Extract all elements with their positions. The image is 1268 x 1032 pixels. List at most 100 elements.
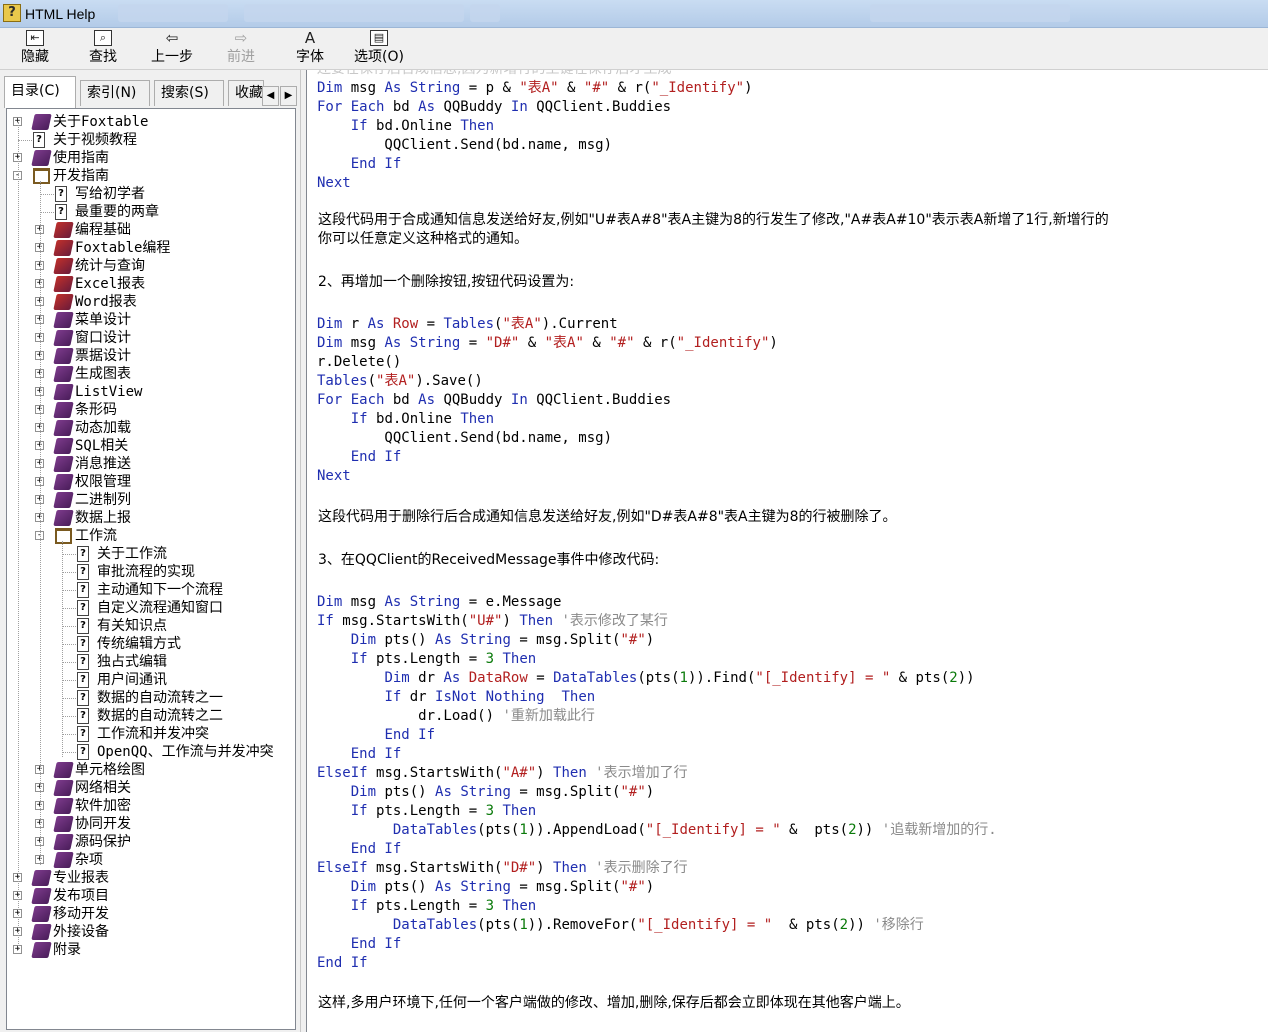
tree-item[interactable]: - 开发指南 [7,167,295,185]
tree-item[interactable]: ? 写给初学者 [7,185,295,203]
find-button[interactable]: ⌕ 查找 [84,30,122,68]
code-token: (pts( [477,917,520,933]
tab-scroll-right-icon[interactable]: ▶ [280,86,297,106]
tree-item[interactable]: + 动态加载 [7,419,295,437]
tree-item[interactable]: + Foxtable编程 [7,239,295,257]
help-page-icon: ? [77,582,89,598]
tab-search[interactable]: 搜索(S) [154,80,224,106]
options-label: 选项(O) [354,49,404,65]
options-button[interactable]: ▤ 选项(O) [350,30,408,68]
tree-item[interactable]: + 外接设备 [7,923,295,941]
tree-item[interactable]: ? 独占式编辑 [7,653,295,671]
tree-item[interactable]: + 条形码 [7,401,295,419]
font-button[interactable]: A 字体 [292,30,328,68]
forward-arrow-icon: ⇨ [234,29,248,47]
tree-item[interactable]: + 网络相关 [7,779,295,797]
tree-item[interactable]: + 软件加密 [7,797,295,815]
tree-item[interactable]: ? 用户间通讯 [7,671,295,689]
code-token: "#" [620,632,646,648]
tree-item[interactable]: ? 关于视频教程 [7,131,295,149]
tree-item[interactable]: ? 审批流程的实现 [7,563,295,581]
code-token: As [418,392,444,408]
tree-item[interactable]: + 消息推送 [7,455,295,473]
code-line: DataTables(pts(1)).AppendLoad("[_Identif… [317,821,997,840]
tree-item[interactable]: ? 主动通知下一个流程 [7,581,295,599]
tab-favorites[interactable]: 收藏 [228,80,264,106]
tree-item[interactable]: + Word报表 [7,293,295,311]
code-token: 3 [485,651,495,667]
tree-item[interactable]: + Excel报表 [7,275,295,293]
code-token: & pts( [772,917,840,933]
tree-item[interactable]: + 窗口设计 [7,329,295,347]
code-token: msg.StartsWith( [376,860,503,876]
tab-scroll-left-icon[interactable]: ◀ [262,86,279,106]
tree-item[interactable]: + 发布项目 [7,887,295,905]
tree-item[interactable]: + 协同开发 [7,815,295,833]
tree-item[interactable]: + 权限管理 [7,473,295,491]
code-token: "#" [620,784,646,800]
tree-item[interactable]: ? 自定义流程通知窗口 [7,599,295,617]
tree-connector [40,212,54,213]
forward-button[interactable]: ⇨ 前进 [222,30,260,68]
tree-item[interactable]: + ListView [7,383,295,401]
tree-item-label: ListView [75,384,143,400]
tree-item[interactable]: + 附录 [7,941,295,959]
tree-item[interactable]: ? 工作流和并发冲突 [7,725,295,743]
tree-item[interactable]: ? 数据的自动流转之一 [7,689,295,707]
tree-item[interactable]: + 票据设计 [7,347,295,365]
tree-item[interactable]: + 使用指南 [7,149,295,167]
tree-connector [62,680,76,681]
code-token: = e.Message [460,594,562,610]
closed-book-icon [53,258,74,274]
tree-item[interactable]: ? 传统编辑方式 [7,635,295,653]
code-token: )).AppendLoad( [527,822,646,838]
code-token: As [435,784,461,800]
code-line: Dim pts() As String = msg.Split("#") [317,631,654,650]
code-token: End If [350,156,402,172]
tab-index[interactable]: 索引(N) [80,80,150,106]
code-token: QQClient.Buddies [536,392,672,408]
tree-item[interactable]: + 编程基础 [7,221,295,239]
tree-item[interactable]: + 源码保护 [7,833,295,851]
tree-item[interactable]: + 菜单设计 [7,311,295,329]
back-button[interactable]: ⇦ 上一步 [148,30,196,68]
tree-item[interactable]: ? 关于工作流 [7,545,295,563]
code-line: End If [317,726,435,745]
code-line: If bd.Online Then [317,410,494,429]
tree-item[interactable]: ? 最重要的两章 [7,203,295,221]
tree-item[interactable]: + 杂项 [7,851,295,869]
tree-item[interactable]: ? 数据的自动流转之二 [7,707,295,725]
code-token: ).Save() [415,373,483,389]
tree-item[interactable]: ? 有关知识点 [7,617,295,635]
tree-item[interactable]: + 移动开发 [7,905,295,923]
title-bar: ? HTML Help [0,0,1268,28]
tree-item[interactable]: ? OpenQQ、工作流与并发冲突 [7,743,295,761]
code-token: String [460,879,511,895]
tree-item[interactable]: + 专业报表 [7,869,295,887]
hide-button[interactable]: ⇤ 隐藏 [16,30,54,68]
tree-item[interactable]: + 统计与查询 [7,257,295,275]
code-token: String [409,594,461,610]
tree-item[interactable]: + 生成图表 [7,365,295,383]
tree-item[interactable]: - 工作流 [7,527,295,545]
code-line: Tables("表A").Save() [317,372,483,391]
code-line: Dim pts() As String = msg.Split("#") [317,878,654,897]
tree-item[interactable]: + 二进制列 [7,491,295,509]
closed-book-icon [53,780,74,796]
closed-book-icon [53,438,74,454]
tree-item[interactable]: + SQL相关 [7,437,295,455]
tree-item[interactable]: + 单元格绘图 [7,761,295,779]
code-token: pts() [384,632,436,648]
tree-item-label: 源码保护 [75,834,131,850]
tree-item[interactable]: + 关于Foxtable [7,113,295,131]
tree-connector [62,590,76,591]
code-token: DataTables [553,670,638,686]
code-token: Then [553,860,587,876]
tree-item[interactable]: + 数据上报 [7,509,295,527]
tab-contents[interactable]: 目录(C) [4,76,76,108]
code-token: & pts( [780,822,849,838]
